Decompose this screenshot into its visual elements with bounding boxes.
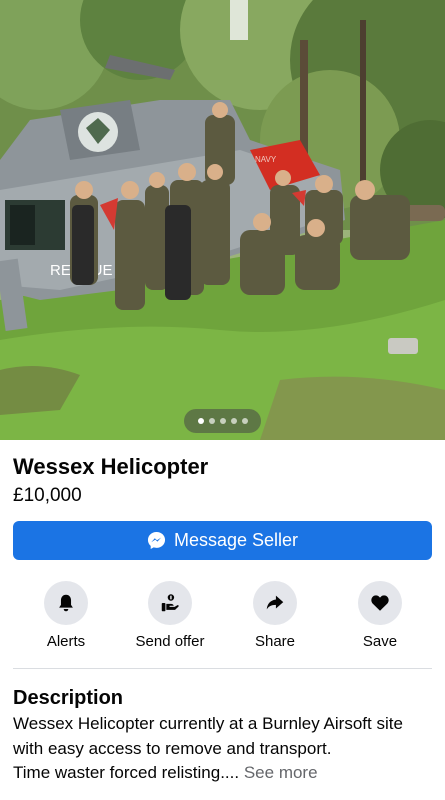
description-line-text: Time waster forced relisting.... xyxy=(13,763,240,782)
save-action-circle[interactable] xyxy=(358,581,402,625)
description-line: Wessex Helicopter currently at a Burnley… xyxy=(13,714,403,733)
save-action-label: Save xyxy=(362,633,398,650)
carousel-dot[interactable] xyxy=(241,418,248,424)
section-divider xyxy=(13,668,432,669)
see-more-link[interactable]: See more xyxy=(244,763,318,782)
send-offer-action[interactable]: Send offer xyxy=(115,581,225,650)
bell-icon xyxy=(59,594,73,612)
carousel-dot[interactable] xyxy=(219,418,226,424)
send-offer-action-label: Send offer xyxy=(135,633,205,650)
action-row: Alerts Send offer Share Save xyxy=(13,581,432,651)
share-action[interactable]: Share xyxy=(220,581,330,650)
send-offer-action-circle[interactable] xyxy=(148,581,192,625)
share-action-circle[interactable] xyxy=(253,581,297,625)
listing-photo-illustration: NAVY RESCUE xyxy=(0,0,445,440)
carousel-dot[interactable] xyxy=(208,418,215,424)
alerts-action[interactable]: Alerts xyxy=(11,581,121,650)
save-action[interactable]: Save xyxy=(325,581,435,650)
message-seller-label: Message Seller xyxy=(173,530,299,550)
share-arrow-icon xyxy=(266,595,284,610)
share-action-label: Share xyxy=(254,633,296,650)
listing-photo[interactable]: NAVY RESCUE xyxy=(0,0,445,440)
alerts-action-circle[interactable] xyxy=(44,581,88,625)
description-line: with easy access to remove and transport… xyxy=(13,738,332,758)
listing-price: £10,000 xyxy=(13,485,82,506)
description-heading: Description xyxy=(13,687,124,709)
alerts-action-label: Alerts xyxy=(46,633,86,650)
description-body: Wessex Helicopter currently at a Burnley… xyxy=(13,712,438,786)
offer-hand-icon xyxy=(161,594,179,612)
carousel-dot[interactable] xyxy=(197,418,204,424)
messenger-icon xyxy=(147,531,166,550)
listing-title: Wessex Helicopter xyxy=(13,454,209,479)
carousel-indicator[interactable] xyxy=(184,409,261,433)
description-line-last: Time waster forced relisting.... See mor… xyxy=(13,761,438,786)
carousel-dot[interactable] xyxy=(230,418,237,424)
heart-icon xyxy=(371,595,389,611)
message-seller-button[interactable]: Message Seller xyxy=(13,521,432,560)
photo-navy-text: NAVY xyxy=(255,155,277,164)
